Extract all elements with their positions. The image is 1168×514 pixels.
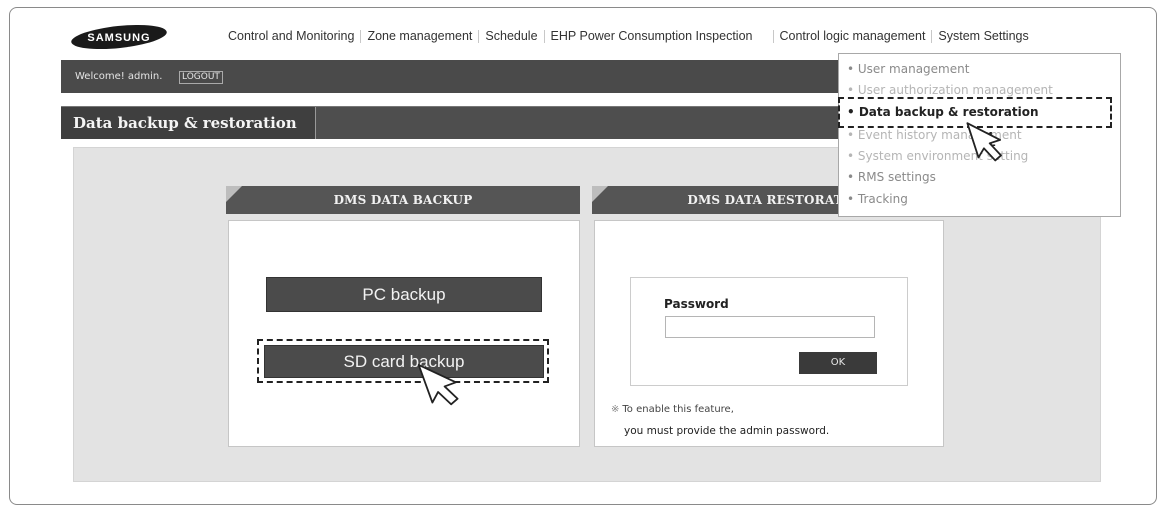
backup-panel-title: DMS DATA BACKUP xyxy=(333,193,473,207)
menu-user-management[interactable]: • User management xyxy=(847,62,969,76)
svg-text:SAMSUNG: SAMSUNG xyxy=(87,32,150,44)
backup-panel-header: DMS DATA BACKUP xyxy=(226,186,580,214)
backup-panel-body xyxy=(228,220,580,447)
restore-panel-title: DMS DATA RESTORATI xyxy=(687,193,849,207)
header-corner xyxy=(226,186,242,202)
password-input[interactable] xyxy=(665,316,875,338)
nav-control-monitoring[interactable]: Control and Monitoring xyxy=(222,29,360,43)
password-label: Password xyxy=(664,297,729,311)
note-text-1: To enable this feature, xyxy=(622,404,734,415)
note-line-2: you must provide the admin password. xyxy=(624,425,830,437)
logout-button[interactable]: LOGOUT xyxy=(179,71,223,84)
ok-button[interactable]: OK xyxy=(799,352,877,374)
nav-zone-management[interactable]: Zone management xyxy=(361,29,478,43)
hand-pointer-icon xyxy=(966,122,1002,162)
note-mark: ※ xyxy=(611,404,620,415)
pc-backup-button[interactable]: PC backup xyxy=(266,277,542,312)
header-corner xyxy=(592,186,608,202)
menu-tracking[interactable]: • Tracking xyxy=(847,192,908,206)
hand-pointer-icon xyxy=(417,364,459,406)
top-navigation: Control and Monitoring Zone management S… xyxy=(222,27,1035,45)
menu-user-authorization-management[interactable]: • User authorization management xyxy=(847,83,1053,97)
page-title: Data backup & restoration xyxy=(61,107,316,140)
nav-control-logic-management[interactable]: Control logic management xyxy=(774,29,932,43)
nav-ehp-power-inspection[interactable]: EHP Power Consumption Inspection xyxy=(545,29,759,43)
nav-system-settings[interactable]: System Settings xyxy=(932,29,1034,43)
samsung-logo: SAMSUNG xyxy=(71,24,167,50)
menu-rms-settings[interactable]: • RMS settings xyxy=(847,170,936,184)
welcome-text: Welcome! admin. xyxy=(75,71,163,82)
nav-schedule[interactable]: Schedule xyxy=(479,29,543,43)
sd-card-backup-button[interactable]: SD card backup xyxy=(264,345,544,378)
note-line-1: ※ To enable this feature, xyxy=(611,404,734,415)
